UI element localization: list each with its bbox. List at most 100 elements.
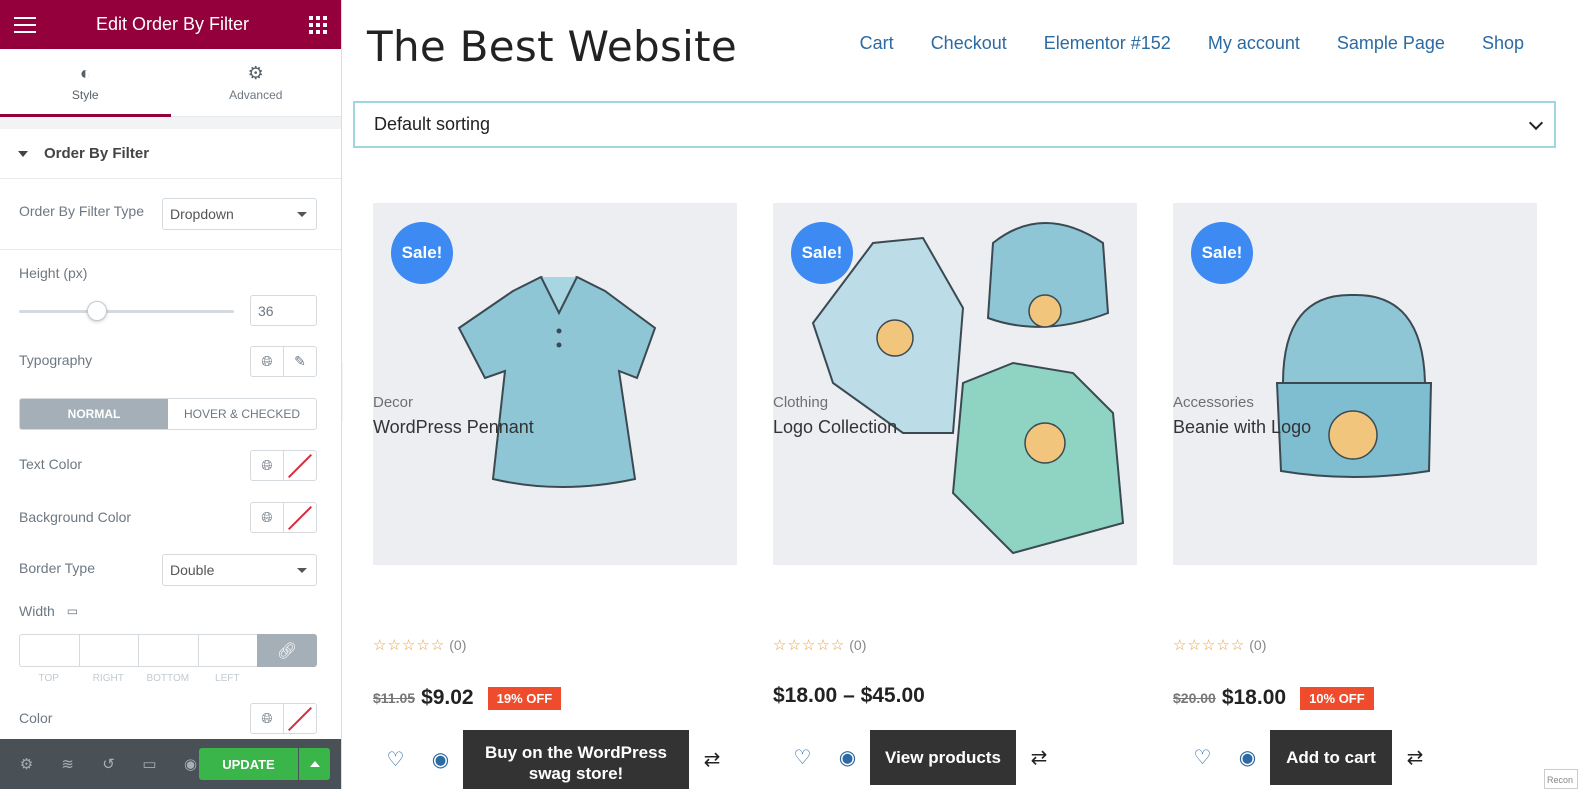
rating-count: (0)	[849, 637, 867, 653]
width-left-input[interactable]	[197, 634, 257, 667]
site-preview: The Best Website Cart Checkout Elementor…	[343, 0, 1578, 789]
panel-footer: ⚙ ≋ ↺ ▭ ◉ UPDATE	[0, 739, 341, 789]
section-order-by-filter[interactable]: Order By Filter	[0, 129, 341, 179]
nav-sample-page[interactable]: Sample Page	[1337, 33, 1445, 54]
history-icon[interactable]: ↺	[88, 755, 129, 773]
product-card: Sale!	[773, 203, 1137, 565]
price-range: $18.00 – $45.00	[773, 684, 925, 707]
product-card: Sale!	[1173, 203, 1537, 565]
width-bottom-input[interactable]	[138, 634, 198, 667]
product-category[interactable]: Accessories	[1173, 394, 1254, 411]
settings-icon[interactable]: ⚙	[6, 755, 47, 773]
height-slider-handle[interactable]	[87, 301, 107, 321]
eye-icon[interactable]: ◉	[1225, 745, 1270, 770]
recon-label: Recon	[1544, 769, 1578, 789]
product-name[interactable]: WordPress Pennant	[373, 417, 534, 438]
link-icon[interactable]: 🔗︎	[257, 634, 317, 667]
compare-icon[interactable]: ⇄	[1016, 745, 1062, 770]
eye-icon[interactable]: ◉	[825, 745, 870, 770]
bg-color-controls: 🌐︎	[250, 502, 317, 533]
product-image[interactable]: Sale!	[1173, 203, 1537, 565]
product-category[interactable]: Clothing	[773, 394, 828, 411]
globe-icon[interactable]: 🌐︎	[251, 451, 284, 480]
tab-advanced[interactable]: ⚙ Advanced	[171, 49, 342, 116]
nav-my-account[interactable]: My account	[1208, 33, 1300, 54]
old-price: $11.05	[373, 690, 416, 706]
product-price: $11.05 $9.02 19% OFF	[373, 686, 562, 710]
old-price: $20.00	[1173, 690, 1216, 706]
dim-right-label: RIGHT	[92, 673, 124, 684]
product-name[interactable]: Logo Collection	[773, 417, 897, 438]
sale-badge: Sale!	[391, 222, 453, 284]
width-top-input[interactable]	[19, 634, 79, 667]
state-toggle: NORMAL HOVER & CHECKED	[19, 398, 317, 430]
caret-up-icon	[309, 761, 320, 767]
heart-icon[interactable]: ♡	[1180, 745, 1225, 770]
border-type-select[interactable]: Double	[162, 554, 317, 586]
rating-stars: ☆☆☆☆☆ (0)	[1173, 637, 1267, 654]
height-slider[interactable]	[19, 310, 234, 313]
hover-checked-tab[interactable]: HOVER & CHECKED	[168, 399, 316, 429]
controls: Order By Filter Type Dropdown Height (px…	[0, 179, 341, 739]
nav-shop[interactable]: Shop	[1482, 33, 1524, 54]
nav-cart[interactable]: Cart	[860, 33, 894, 54]
view-products-button[interactable]: View products	[870, 730, 1016, 785]
dim-left-label: LEFT	[215, 673, 240, 684]
rating-count: (0)	[1249, 637, 1267, 653]
nav-elementor-152[interactable]: Elementor #152	[1044, 33, 1171, 54]
globe-icon[interactable]: 🌐︎	[251, 704, 284, 733]
widgets-grid-icon[interactable]	[308, 15, 327, 34]
sale-price: $18.00	[1221, 686, 1287, 709]
globe-icon[interactable]: 🌐︎	[251, 503, 284, 532]
product-actions: ♡ ◉ Buy on the WordPress swag store! ⇄	[373, 730, 735, 789]
nav-checkout[interactable]: Checkout	[931, 33, 1007, 54]
chevron-down-icon	[1528, 115, 1544, 131]
update-button[interactable]: UPDATE	[199, 748, 298, 780]
width-right-input[interactable]	[78, 634, 138, 667]
update-options-button[interactable]	[299, 748, 330, 780]
desktop-icon[interactable]: ▭	[67, 604, 78, 618]
color-swatch[interactable]	[284, 704, 316, 733]
product-category[interactable]: Decor	[373, 394, 413, 411]
product-image[interactable]: Sale!	[773, 203, 1137, 565]
compare-icon[interactable]: ⇄	[1392, 745, 1438, 770]
product-actions: ♡ ◉ Add to cart ⇄	[1180, 730, 1438, 785]
sorting-value: Default sorting	[374, 114, 491, 134]
color-controls: 🌐︎	[250, 703, 317, 734]
dimension-labels: TOP RIGHT BOTTOM LEFT	[19, 673, 257, 684]
product-name[interactable]: Beanie with Logo	[1173, 417, 1311, 438]
globe-icon[interactable]: 🌐︎	[251, 347, 284, 376]
width-dimensions: 🔗︎	[19, 634, 317, 667]
text-color-swatch[interactable]	[284, 451, 316, 480]
navigator-layers-icon[interactable]: ≋	[47, 755, 88, 773]
menu-icon[interactable]	[14, 16, 36, 33]
panel-header: Edit Order By Filter	[0, 0, 341, 49]
width-label: Width	[19, 603, 55, 619]
panel-body: Order By Filter Order By Filter Type Dro…	[0, 117, 341, 739]
site-title[interactable]: The Best Website	[367, 22, 737, 71]
height-label: Height (px)	[19, 265, 88, 281]
divider	[0, 249, 341, 250]
height-input[interactable]: 36	[250, 295, 317, 326]
heart-icon[interactable]: ♡	[780, 745, 825, 770]
heart-icon[interactable]: ♡	[373, 747, 418, 772]
eye-icon[interactable]: ◉	[418, 747, 463, 772]
add-to-cart-button[interactable]: Add to cart	[1270, 730, 1392, 785]
rating-count: (0)	[449, 637, 467, 653]
buy-button[interactable]: Buy on the WordPress swag store!	[463, 730, 689, 789]
tab-style-label: Style	[71, 87, 99, 102]
product-price: $20.00 $18.00 10% OFF	[1173, 686, 1374, 710]
filter-type-select[interactable]: Dropdown	[162, 198, 317, 230]
pencil-icon[interactable]: ✎	[284, 347, 316, 376]
bg-color-swatch[interactable]	[284, 503, 316, 532]
product-image[interactable]: Sale!	[373, 203, 737, 565]
discount-badge: 10% OFF	[1300, 686, 1374, 710]
empty-color-icon	[288, 707, 312, 731]
product-price: $18.00 – $45.00	[773, 684, 925, 708]
normal-tab[interactable]: NORMAL	[20, 399, 168, 429]
sale-badge: Sale!	[791, 222, 853, 284]
compare-icon[interactable]: ⇄	[689, 747, 735, 772]
sorting-dropdown[interactable]: Default sorting	[353, 101, 1556, 148]
responsive-mode-icon[interactable]: ▭	[129, 755, 170, 773]
tab-style[interactable]: ◐ Style	[0, 49, 171, 117]
